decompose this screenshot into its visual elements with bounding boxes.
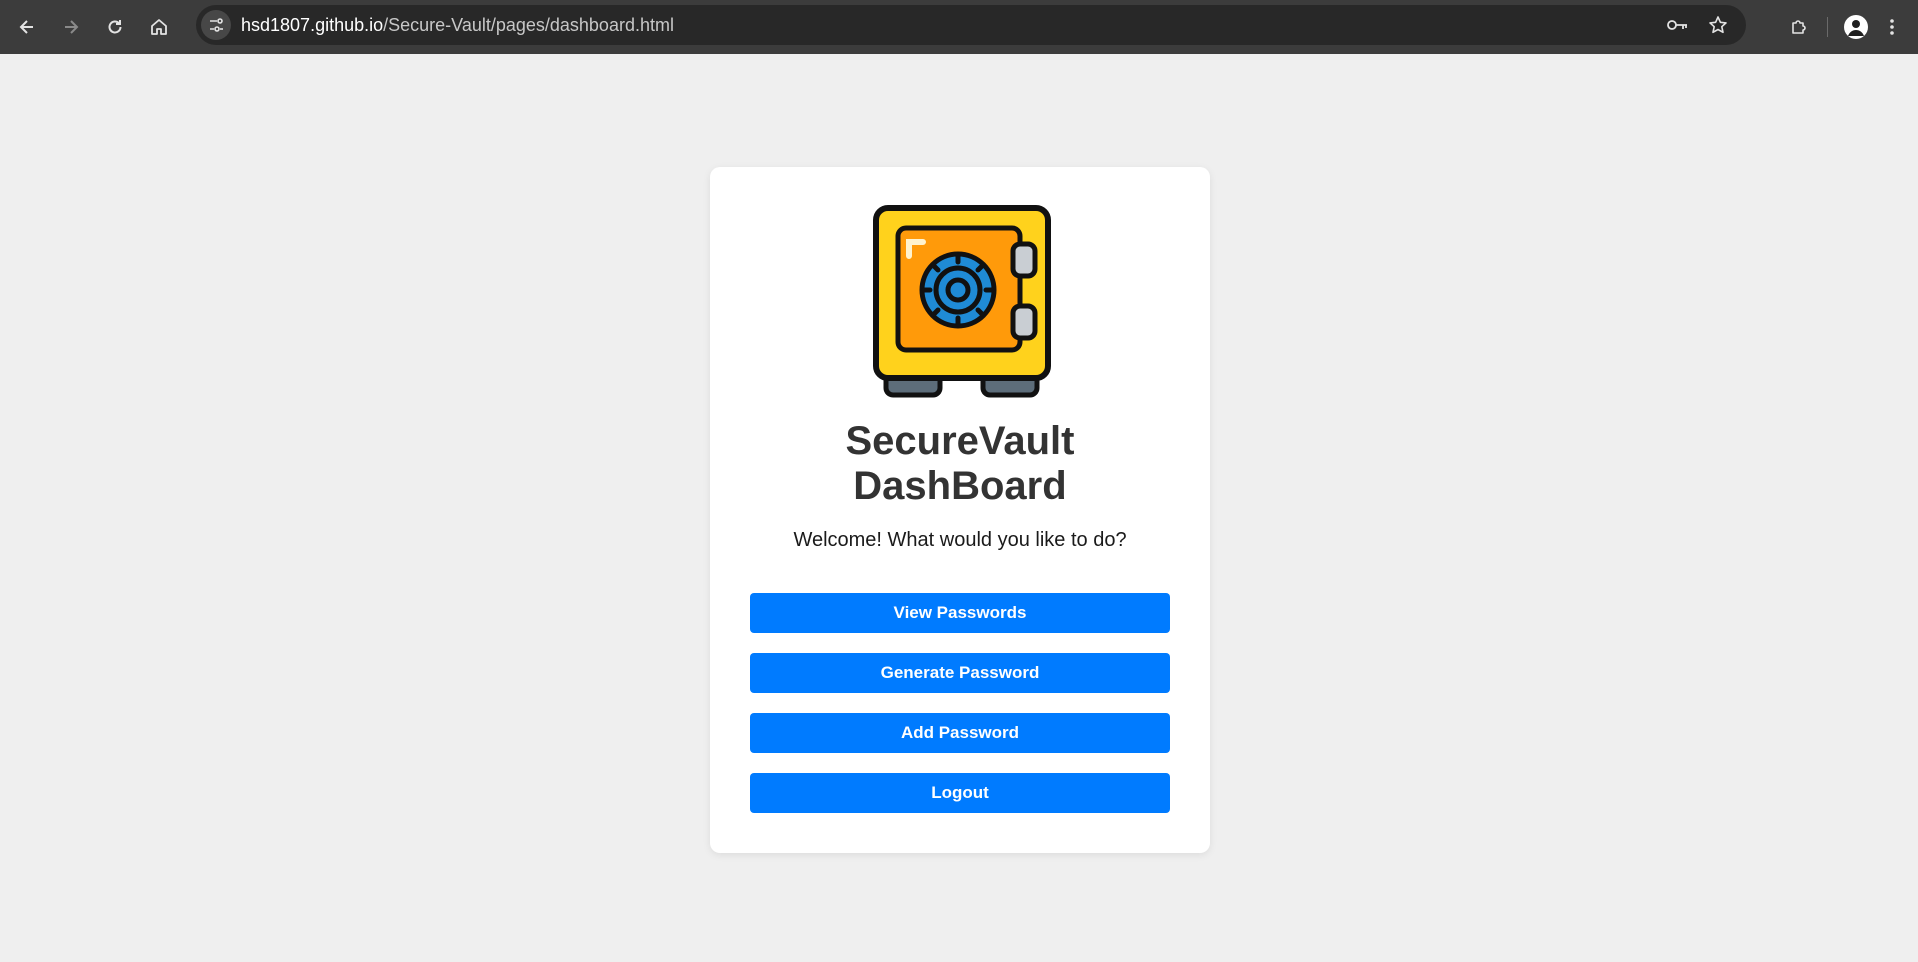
home-icon [151, 19, 167, 35]
profile-icon [1844, 15, 1868, 39]
extensions-button[interactable] [1781, 9, 1817, 45]
back-icon [19, 20, 33, 34]
home-button[interactable] [141, 9, 177, 45]
title-line-2: DashBoard [853, 464, 1067, 508]
url-host: hsd1807.github.io [241, 14, 384, 35]
reload-icon [108, 20, 122, 34]
url-text[interactable]: hsd1807.github.io/Secure-Vault/pages/das… [241, 15, 674, 36]
add-password-button[interactable]: Add Password [750, 713, 1170, 753]
site-info-icon [210, 18, 223, 32]
bookmark-star-icon[interactable] [1708, 15, 1728, 35]
toolbar-separator [1827, 17, 1828, 37]
title-line-1: SecureVault [845, 419, 1075, 463]
safe-logo [873, 205, 1051, 398]
site-info-button[interactable] [201, 10, 231, 40]
forward-icon [65, 20, 79, 34]
menu-icon [1890, 19, 1894, 35]
view-passwords-button[interactable]: View Passwords [750, 593, 1170, 633]
page-title: SecureVault DashBoard [710, 419, 1210, 509]
browser-menu-button[interactable] [1874, 9, 1910, 45]
url-path: /Secure-Vault/pages/dashboard.html [383, 14, 674, 35]
address-bar[interactable]: hsd1807.github.io/Secure-Vault/pages/das… [196, 5, 1746, 45]
forward-button[interactable] [53, 9, 89, 45]
back-button[interactable] [9, 9, 45, 45]
profile-button[interactable] [1838, 9, 1874, 45]
reload-button[interactable] [97, 9, 133, 45]
dashboard-card: SecureVault DashBoard Welcome! What woul… [710, 167, 1210, 853]
welcome-message: Welcome! What would you like to do? [793, 529, 1127, 551]
logout-button[interactable]: Logout [750, 773, 1170, 813]
generate-password-button[interactable]: Generate Password [750, 653, 1170, 693]
browser-toolbar: hsd1807.github.io/Secure-Vault/pages/das… [0, 0, 1918, 54]
password-key-icon[interactable] [1666, 17, 1690, 33]
extensions-icon [1792, 20, 1806, 34]
